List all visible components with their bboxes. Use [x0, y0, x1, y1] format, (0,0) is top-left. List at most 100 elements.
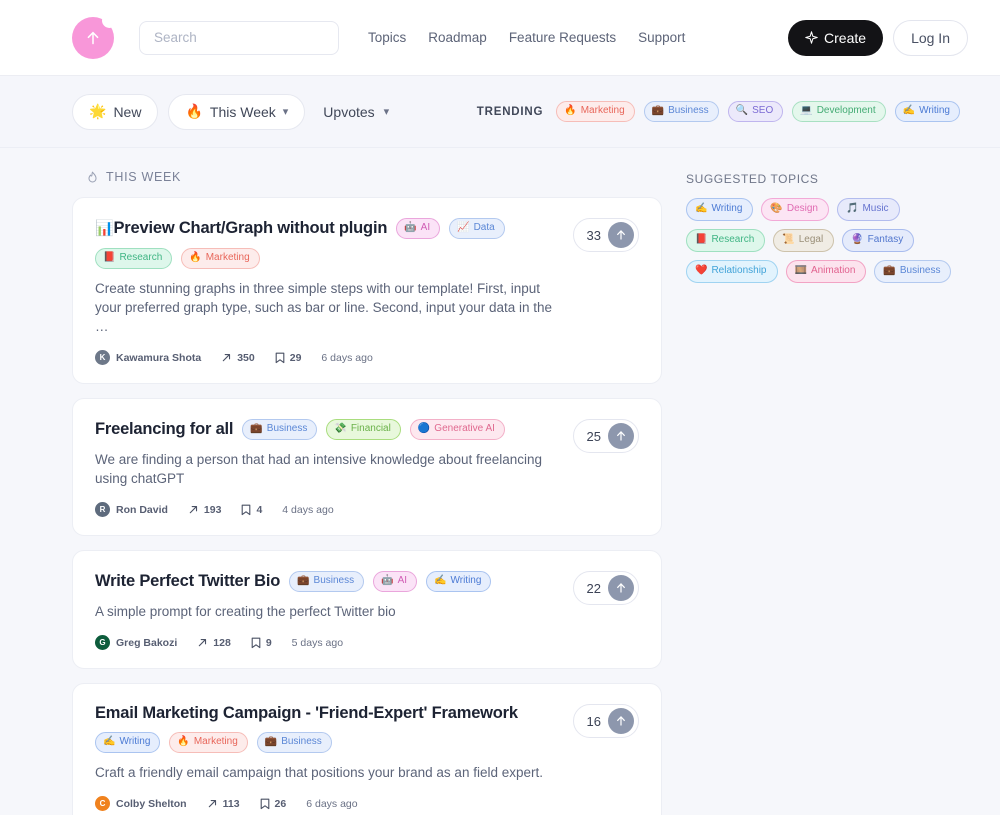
topic-chip-writing[interactable]: ✍️ Writing	[686, 198, 754, 221]
arrow-up-icon	[87, 31, 99, 44]
post-saves-count: 26	[274, 797, 287, 810]
trending-tag-development[interactable]: 💻 Development	[792, 101, 886, 122]
post-views: 128	[197, 637, 231, 649]
login-button[interactable]: Log In	[893, 19, 968, 56]
post-title-row: Email Marketing Campaign - 'Friend-Exper…	[95, 704, 639, 723]
upvote-logo[interactable]	[72, 12, 117, 59]
upvote-button[interactable]: 22	[572, 571, 639, 605]
post-tag-data[interactable]: 📈 Data	[449, 218, 505, 239]
upvote-button[interactable]: 16	[572, 704, 639, 738]
upvote-button[interactable]: 33	[572, 218, 639, 252]
topic-chip-design[interactable]: 🎨 Design	[761, 198, 829, 221]
post-meta-row: G Greg Bakozi 128 9 5 days ago	[95, 635, 639, 650]
post-author[interactable]: Ron David	[116, 504, 168, 516]
upvote-arrow[interactable]	[608, 708, 634, 734]
tag-label: Writing	[919, 105, 950, 116]
post-tag-business[interactable]: 💼 Business	[256, 732, 332, 753]
post-author[interactable]: Kawamura Shota	[116, 352, 201, 364]
post-list: 📊Preview Chart/Graph without plugin 🤖 AI 📈 D…	[72, 197, 662, 815]
tag-label: Business	[313, 575, 355, 586]
post-tag-marketing[interactable]: 🔥 Marketing	[169, 732, 248, 753]
trending-tag-seo[interactable]: 🔍 SEO	[727, 101, 784, 122]
topic-chip-fantasy[interactable]: 🔮 Fantasy	[842, 229, 915, 252]
tag-emoji-icon: 💻	[800, 105, 813, 116]
post-title[interactable]: 📊Preview Chart/Graph without plugin	[95, 219, 387, 238]
bookmark-icon	[251, 637, 261, 648]
post-title[interactable]: Email Marketing Campaign - 'Friend-Exper…	[95, 704, 518, 723]
avatar[interactable]: G	[95, 635, 110, 650]
nav-link-roadmap[interactable]: Roadmap	[428, 30, 487, 45]
upvote-arrow[interactable]	[608, 575, 634, 601]
search-box[interactable]	[139, 20, 339, 55]
upvote-button[interactable]: 25	[572, 419, 639, 453]
post-card[interactable]: Email Marketing Campaign - 'Friend-Exper…	[72, 683, 662, 815]
post-author[interactable]: Greg Bakozi	[116, 637, 177, 649]
tag-emoji-icon: 📕	[695, 234, 708, 245]
post-title-row: Write Perfect Twitter Bio 💼 Business 🤖 AI ✍️ W…	[95, 571, 639, 592]
trending-tag-writing[interactable]: ✍️ Writing	[894, 101, 960, 122]
views-arrow-icon	[222, 354, 231, 362]
tag-label: Legal	[798, 234, 824, 245]
nav-link-support[interactable]: Support	[638, 30, 685, 45]
post-tag-business[interactable]: 💼 Business	[242, 419, 318, 440]
tag-emoji-icon: 🤖	[404, 222, 417, 233]
topic-chip-research[interactable]: 📕 Research	[686, 229, 766, 252]
flame-icon: 🔥	[185, 103, 203, 119]
post-card[interactable]: 📊Preview Chart/Graph without plugin 🤖 AI 📈 D…	[72, 197, 662, 384]
upvote-arrow[interactable]	[608, 222, 634, 248]
nav-link-topics[interactable]: Topics	[368, 30, 406, 45]
avatar[interactable]: C	[95, 796, 110, 811]
post-tag-writing[interactable]: ✍️ Writing	[95, 732, 161, 753]
topic-chip-animation[interactable]: 🎞️ Animation	[785, 260, 867, 283]
upvote-arrow[interactable]	[608, 423, 634, 449]
post-saves: 29	[275, 352, 301, 364]
tag-emoji-icon: 💼	[297, 575, 310, 586]
views-arrow-icon	[199, 639, 207, 647]
nav-link-feature-requests[interactable]: Feature Requests	[509, 30, 616, 45]
tag-label: Research	[119, 252, 163, 263]
feed-section-label: THIS WEEK	[106, 170, 182, 184]
avatar[interactable]: K	[95, 350, 110, 365]
trending-tag-marketing[interactable]: 🔥 Marketing	[556, 101, 635, 122]
tag-emoji-icon: 🔍	[735, 105, 749, 116]
topic-chip-business[interactable]: 💼 Business	[874, 260, 952, 283]
post-tag-generative-ai[interactable]: 🔵 Generative AI	[409, 419, 505, 440]
tag-label: Marketing	[193, 736, 238, 747]
topic-chip-relationship[interactable]: ❤️ Relationship	[686, 260, 778, 283]
post-tag-ai[interactable]: 🤖 AI	[373, 571, 418, 592]
tag-emoji-icon: ✍️	[902, 105, 916, 116]
tag-emoji-icon: 🔮	[851, 234, 864, 245]
post-tag-writing[interactable]: ✍️ Writing	[426, 571, 492, 592]
chevron-down-icon: ▾	[383, 106, 390, 118]
trending-tag-business[interactable]: 💼 Business	[643, 101, 719, 122]
post-title[interactable]: Write Perfect Twitter Bio	[95, 572, 280, 591]
post-saves-count: 9	[265, 636, 272, 649]
tag-label: Fantasy	[867, 234, 904, 245]
post-author[interactable]: Colby Shelton	[116, 798, 187, 810]
sort-dropdown[interactable]: Upvotes ▾	[323, 104, 389, 120]
post-tag-research[interactable]: 📕 Research	[95, 248, 173, 269]
post-card[interactable]: Freelancing for all 💼 Business 💸 Financial 🔵 G…	[72, 398, 662, 536]
post-title[interactable]: Freelancing for all	[95, 420, 234, 439]
bookmark-icon	[260, 798, 269, 809]
filter-period-dropdown[interactable]: 🔥 This Week ▾	[168, 93, 306, 130]
post-tag-ai[interactable]: 🤖 AI	[396, 218, 441, 239]
post-tag-marketing[interactable]: 🔥 Marketing	[181, 248, 260, 269]
search-input[interactable]	[154, 30, 324, 45]
trending-label: TRENDING	[476, 105, 544, 118]
tag-label: Writing	[711, 203, 743, 214]
post-tag-financial[interactable]: 💸 Financial	[326, 419, 401, 440]
post-tag-business[interactable]: 💼 Business	[289, 571, 365, 592]
topic-chip-music[interactable]: 🎵 Music	[836, 198, 900, 221]
views-arrow-icon	[208, 800, 216, 808]
create-button[interactable]: Create	[788, 19, 884, 56]
tag-emoji-icon: 🎵	[845, 203, 859, 214]
post-card[interactable]: Write Perfect Twitter Bio 💼 Business 🤖 AI ✍️ W…	[72, 550, 662, 669]
avatar[interactable]: R	[95, 502, 110, 517]
topic-chip-legal[interactable]: 📜 Legal	[773, 229, 835, 252]
post-title-row: Freelancing for all 💼 Business 💸 Financial 🔵 G…	[95, 419, 639, 440]
filter-new-button[interactable]: 🌟 New	[72, 93, 159, 130]
feed-section-header: THIS WEEK	[86, 170, 662, 184]
tag-emoji-icon: 🎞️	[794, 265, 807, 276]
post-views-count: 128	[213, 636, 231, 649]
